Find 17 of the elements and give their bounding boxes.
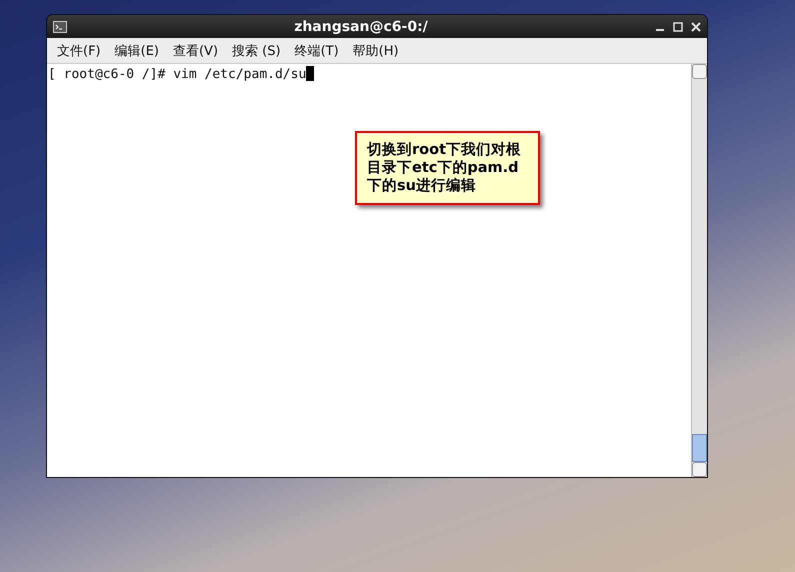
window-title: zhangsan@c6-0:/: [293, 18, 429, 34]
menu-item[interactable]: 编辑(E): [108, 40, 165, 62]
terminal-line: [ root@c6-0 /]# vim /etc/pam.d/su: [48, 67, 306, 82]
menu-item[interactable]: 查看(V): [166, 40, 224, 62]
scroll-down-button[interactable]: [692, 462, 707, 477]
close-icon[interactable]: [691, 22, 701, 32]
menu-item[interactable]: 搜索 (S): [226, 40, 287, 62]
scrollbar[interactable]: [691, 64, 707, 477]
maximize-icon[interactable]: [673, 22, 683, 32]
terminal-icon: [53, 20, 67, 32]
callout-note: 切换到root下我们对根目录下etc下的pam.d下的su进行编辑: [355, 131, 540, 205]
scroll-up-button[interactable]: [692, 64, 707, 79]
menu-item[interactable]: 帮助(H): [346, 40, 405, 62]
text-cursor: [306, 66, 314, 81]
scroll-thumb[interactable]: [692, 434, 707, 462]
menu-item[interactable]: 文件(F): [51, 40, 107, 62]
menu-item[interactable]: 终端(T): [288, 40, 345, 62]
